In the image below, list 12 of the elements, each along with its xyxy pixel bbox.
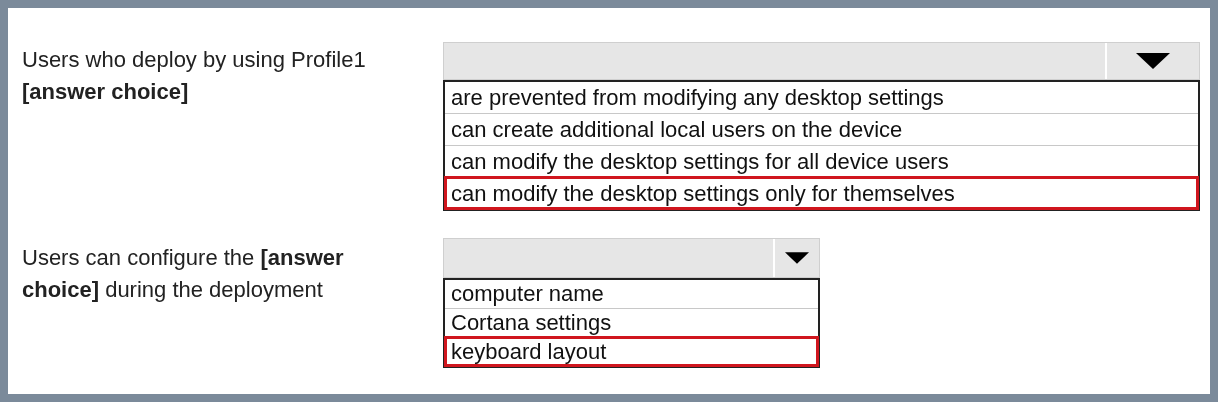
dropdown-option[interactable]: can modify the desktop settings for all device users	[445, 145, 1198, 177]
dropdown-arrow-icon	[1136, 53, 1170, 69]
question-text: Users can configure the [answer choice] during the deployment	[22, 244, 345, 304]
dropdown-field[interactable]	[443, 238, 820, 278]
dropdown-field[interactable]	[443, 42, 1200, 80]
dropdown-option[interactable]: keyboard layout	[445, 337, 818, 366]
question-text: Users who deploy by using Profile1 [answer choice]	[22, 46, 367, 106]
dropdown-option[interactable]: can modify the desktop settings only for themselves	[445, 177, 1198, 209]
dropdown-option[interactable]: Cortana settings	[445, 308, 818, 337]
dropdown-option[interactable]: can create additional local users on the device	[445, 113, 1198, 145]
dropdown-option[interactable]: are prevented from modifying any desktop settings	[445, 82, 1198, 113]
dropdown-option[interactable]: computer name	[445, 280, 818, 308]
